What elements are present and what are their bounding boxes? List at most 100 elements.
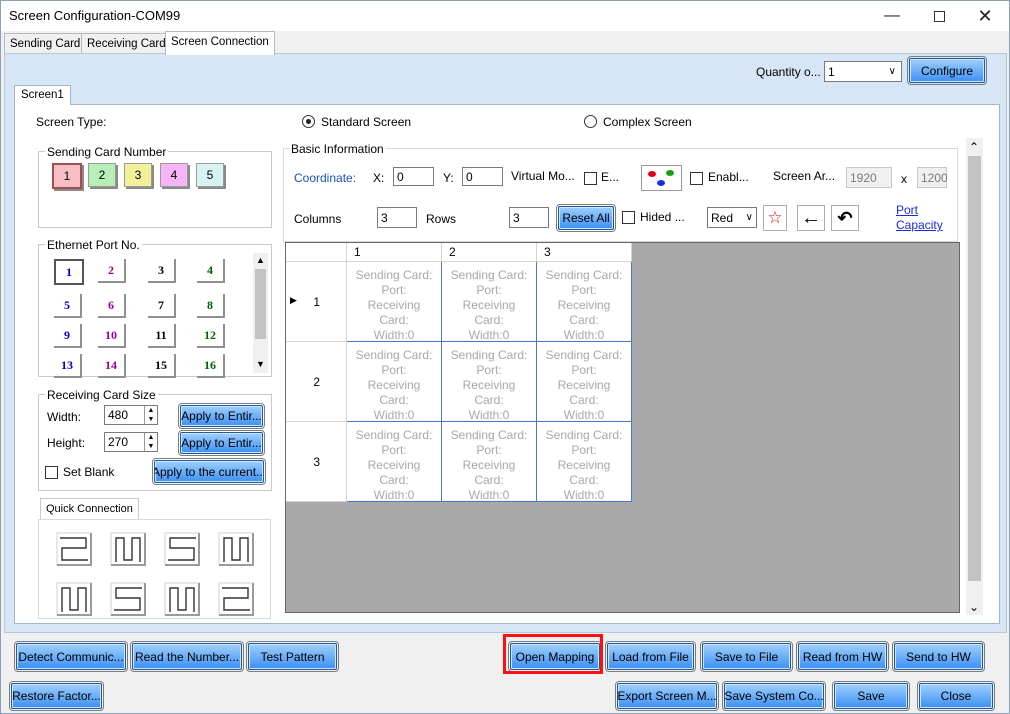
load-from-file-button[interactable]: Load from File <box>605 641 696 672</box>
tab-sending-card[interactable]: Sending Card <box>4 33 87 54</box>
grid-cell[interactable]: Sending Card: Port: Receiving Card: Widt… <box>442 342 537 422</box>
export-screen-button[interactable]: Export Screen M... <box>615 681 719 711</box>
ethernet-port-10[interactable]: 10 <box>98 324 126 348</box>
quick-connection-icon[interactable] <box>56 532 92 566</box>
grid-row-header[interactable]: 3 <box>286 422 347 502</box>
ethernet-port-7[interactable]: 7 <box>148 294 176 318</box>
grid-cell[interactable]: Sending Card: Port: Receiving Card: Widt… <box>347 342 442 422</box>
send-to-hw-button[interactable]: Send to HW <box>892 641 985 672</box>
sending-card-2[interactable]: 2 <box>88 163 116 187</box>
sending-card-1[interactable]: 1 <box>52 163 82 189</box>
open-mapping-button[interactable]: Open Mapping <box>508 641 602 672</box>
ethernet-port-14[interactable]: 14 <box>98 354 126 378</box>
scroll-down-icon[interactable]: ⌄ <box>969 600 979 614</box>
standard-screen-radio[interactable] <box>302 115 315 128</box>
ethernet-port-8[interactable]: 8 <box>197 294 225 318</box>
ethernet-port-9[interactable]: 9 <box>54 324 82 348</box>
width-input[interactable]: 480 ▲ ▼ <box>104 405 158 425</box>
ethernet-port-5[interactable]: 5 <box>54 294 82 318</box>
read-number-button[interactable]: Read the Number... <box>130 641 244 672</box>
ethernet-port-title: Ethernet Port No. <box>45 238 142 252</box>
grid-cell[interactable]: Sending Card: Port: Receiving Card: Widt… <box>442 262 537 342</box>
grid-cell[interactable]: Sending Card: Port: Receiving Card: Widt… <box>347 262 442 342</box>
configure-button[interactable]: Configure <box>907 56 987 85</box>
screen-area-height: 1200 <box>917 167 948 188</box>
quick-connection-icon[interactable] <box>218 532 254 566</box>
close-button[interactable]: Close <box>917 681 995 711</box>
ethernet-port-4[interactable]: 4 <box>197 259 225 283</box>
height-input[interactable]: 270 ▲ ▼ <box>104 432 158 452</box>
quick-connection-icon[interactable] <box>56 582 92 616</box>
color-select[interactable]: Red ∨ <box>707 207 757 228</box>
quantity-select[interactable]: 1 ∨ <box>824 61 902 82</box>
grid-column-header[interactable]: 1 <box>347 243 442 262</box>
apply-entire-height-button[interactable]: Apply to Entir... <box>178 430 265 456</box>
arrow-left-button[interactable]: ← <box>797 205 825 231</box>
y-input[interactable]: 0 <box>462 167 503 186</box>
save-button[interactable]: Save <box>832 681 910 711</box>
complex-screen-radio[interactable] <box>584 115 597 128</box>
sending-card-5[interactable]: 5 <box>196 163 224 187</box>
virtual-enable-checkbox[interactable] <box>584 172 597 185</box>
panel-scrollbar[interactable]: ⌃ ⌄ <box>966 138 983 615</box>
quick-connection-icon[interactable] <box>218 582 254 616</box>
grid-cell[interactable]: Sending Card: Port: Receiving Card: Widt… <box>442 422 537 502</box>
grid-row-header[interactable]: 2 <box>286 342 347 422</box>
spinner-icon[interactable]: ▲ ▼ <box>144 433 157 451</box>
grid-column-header[interactable]: 2 <box>442 243 537 262</box>
save-to-file-button[interactable]: Save to File <box>700 641 793 672</box>
test-pattern-button[interactable]: Test Pattern <box>246 641 339 672</box>
save-system-config-button[interactable]: Save System Co... <box>722 681 826 711</box>
ethernet-port-1[interactable]: 1 <box>54 259 84 285</box>
undo-button[interactable]: ↶ <box>831 205 859 231</box>
reset-all-button[interactable]: Reset All <box>556 204 616 232</box>
grid-cell[interactable]: Sending Card: Port: Receiving Card: Widt… <box>347 422 442 502</box>
detect-communication-button[interactable]: Detect Communic... <box>14 641 128 672</box>
apply-entire-width-button[interactable]: Apply to Entir... <box>178 403 265 429</box>
set-blank-checkbox[interactable] <box>45 466 58 479</box>
tab-screen-connection[interactable]: Screen Connection <box>165 31 275 55</box>
apply-current-button[interactable]: Apply to the current... <box>152 458 266 485</box>
ethernet-port-12[interactable]: 12 <box>197 324 225 348</box>
grid-cell[interactable]: Sending Card: Port: Receiving Card: Widt… <box>537 422 632 502</box>
tab-screen1[interactable]: Screen1 <box>14 85 71 105</box>
minimize-button[interactable]: — <box>869 1 915 31</box>
virtual-pixel-icon[interactable] <box>641 165 682 191</box>
ethernet-port-11[interactable]: 11 <box>148 324 176 348</box>
scroll-thumb[interactable] <box>255 269 266 339</box>
star-button[interactable]: ☆ <box>763 205 787 231</box>
enable-checkbox[interactable] <box>690 172 703 185</box>
ethernet-port-13[interactable]: 13 <box>54 354 82 378</box>
grid-column-header[interactable]: 3 <box>537 243 632 262</box>
port-capacity-link[interactable]: Port Capacity <box>896 203 943 233</box>
scroll-down-icon[interactable]: ▼ <box>256 359 265 369</box>
quick-connection-icon[interactable] <box>110 532 146 566</box>
scroll-thumb[interactable] <box>968 156 981 581</box>
ethernet-port-3[interactable]: 3 <box>148 259 176 283</box>
ethernet-port-6[interactable]: 6 <box>98 294 126 318</box>
read-from-hw-button[interactable]: Read from HW <box>796 641 889 672</box>
grid-cell[interactable]: Sending Card: Port: Receiving Card: Widt… <box>537 342 632 422</box>
close-window-button[interactable]: ✕ <box>962 1 1008 31</box>
columns-input[interactable]: 3 <box>377 207 417 228</box>
restore-factory-button[interactable]: Restore Factor... <box>9 681 104 711</box>
ethernet-port-16[interactable]: 16 <box>197 354 225 378</box>
ethernet-scrollbar[interactable]: ▲ ▼ <box>253 253 268 373</box>
rows-input[interactable]: 3 <box>509 207 549 228</box>
hided-checkbox[interactable] <box>622 211 635 224</box>
quick-connection-icon[interactable] <box>164 532 200 566</box>
title-bar: Screen Configuration-COM99 <box>1 1 1009 31</box>
sending-card-3[interactable]: 3 <box>124 163 152 187</box>
grid-cell[interactable]: Sending Card: Port: Receiving Card: Widt… <box>537 262 632 342</box>
maximize-button[interactable] <box>916 1 962 31</box>
scroll-up-icon[interactable]: ▲ <box>256 255 265 265</box>
quick-connection-icon[interactable] <box>164 582 200 616</box>
scroll-up-icon[interactable]: ⌃ <box>969 140 979 154</box>
x-input[interactable]: 0 <box>393 167 434 186</box>
ethernet-port-15[interactable]: 15 <box>148 354 176 378</box>
quick-connection-icon[interactable] <box>110 582 146 616</box>
spinner-icon[interactable]: ▲ ▼ <box>144 406 157 424</box>
tab-receiving-card[interactable]: Receiving Card <box>81 33 172 54</box>
sending-card-4[interactable]: 4 <box>160 163 188 187</box>
ethernet-port-2[interactable]: 2 <box>98 259 126 283</box>
